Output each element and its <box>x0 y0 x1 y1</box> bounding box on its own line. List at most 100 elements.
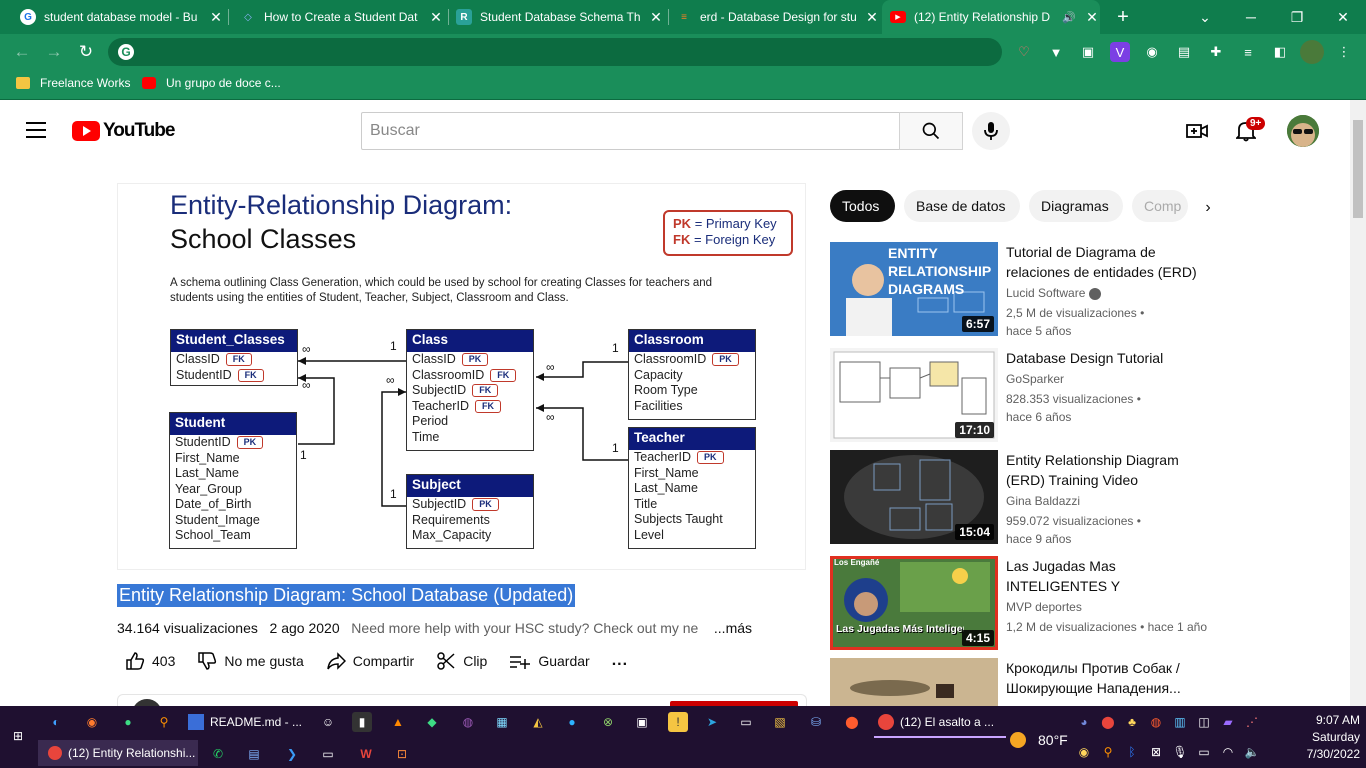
emoji-app-icon[interactable]: ☺ <box>318 712 338 732</box>
tab-search-chevron-icon[interactable]: ⌄ <box>1182 0 1228 34</box>
recommendation-item[interactable]: Los Engañé Las Jugadas Más Inteligentes … <box>830 556 1230 650</box>
recommendation-item[interactable]: Крокодилы Против Собак / Шокирующие Напа… <box>830 658 1230 706</box>
extensions-puzzle-icon[interactable]: ✚ <box>1206 42 1226 62</box>
like-button[interactable]: 403 <box>125 651 175 671</box>
telegram-icon[interactable]: ➤ <box>702 712 722 732</box>
chip-comp[interactable]: Comp <box>1132 190 1188 222</box>
show-more-link[interactable]: ...más <box>714 620 752 636</box>
tab-student-database-model[interactable]: G student database model - Bu ✕ <box>12 0 224 34</box>
menu-icon[interactable] <box>26 122 46 138</box>
chip-base-de-datos[interactable]: Base de datos <box>904 190 1020 222</box>
taskbar-chrome-window[interactable]: (12) El asalto a ... <box>878 714 994 730</box>
app-icon[interactable]: ▦ <box>492 712 512 732</box>
back-button[interactable]: ← <box>10 40 34 64</box>
dislike-button[interactable]: No me gusta <box>197 651 304 671</box>
app-icon[interactable]: ⋰ <box>1242 712 1262 732</box>
app-icon[interactable]: ▰ <box>1218 712 1238 732</box>
thumbnail[interactable]: 17:10 <box>830 348 998 442</box>
tab-how-to-create-student-db[interactable]: ◇ How to Create a Student Dat ✕ <box>232 0 444 34</box>
monitor-icon[interactable]: ▭ <box>318 744 338 764</box>
restore-button[interactable]: ❐ <box>1274 0 1320 34</box>
recommendation-title[interactable]: Entity Relationship Diagram (ERD) Traini… <box>1006 450 1206 490</box>
app-icon[interactable]: ◆ <box>422 712 442 732</box>
forward-button[interactable]: → <box>42 40 66 64</box>
recommendation-title[interactable]: Крокодилы Против Собак / Шокирующие Напа… <box>1006 658 1206 698</box>
close-tab-icon[interactable]: ✕ <box>864 9 880 26</box>
terminal-icon[interactable]: ▮ <box>352 712 372 732</box>
chip-diagramas[interactable]: Diagramas <box>1029 190 1123 222</box>
volume-icon[interactable]: 🔈 <box>1242 742 1262 762</box>
recommendation-title[interactable]: Las Jugadas Mas INTELIGENTES Y CREATIVAS… <box>1006 556 1206 596</box>
windows-start-icon[interactable]: ⊞ <box>8 726 28 746</box>
channel-name[interactable]: Gina Baldazzi <box>1006 494 1080 508</box>
chevron-right-icon[interactable]: › <box>1196 196 1220 220</box>
media-extension-icon[interactable]: ▣ <box>1078 42 1098 62</box>
more-actions-button[interactable]: ... <box>612 652 628 670</box>
address-bar[interactable]: G <box>108 38 1002 66</box>
app-icon[interactable]: ▧ <box>770 712 790 732</box>
reload-button[interactable]: ↻ <box>74 40 98 64</box>
recommendation-item[interactable]: 15:04 Entity Relationship Diagram (ERD) … <box>830 450 1230 546</box>
vscode-icon[interactable]: ❯ <box>282 744 302 764</box>
chip-todos[interactable]: Todos <box>830 190 895 222</box>
video-player[interactable]: Entity-Relationship Diagram: School Clas… <box>117 183 806 570</box>
bookmark-freelance-works[interactable]: Freelance Works <box>16 76 130 90</box>
minimize-button[interactable]: ─ <box>1228 0 1274 34</box>
tab-entity-relationship-active[interactable]: ▶ (12) Entity Relationship D 🔊 ✕ <box>882 0 1100 34</box>
clock-extension-icon[interactable]: ◉ <box>1142 42 1162 62</box>
app-icon[interactable]: ⊡ <box>392 744 412 764</box>
media-queue-icon[interactable]: ≡ <box>1238 42 1258 62</box>
app-icon[interactable]: ◍ <box>458 712 478 732</box>
new-tab-button[interactable]: + <box>1110 4 1136 30</box>
search-input[interactable] <box>362 113 899 149</box>
search-button[interactable] <box>899 112 963 150</box>
share-button[interactable]: Compartir <box>326 651 414 671</box>
tab-erd-database-design[interactable]: ≡ erd - Database Design for stu ✕ <box>672 0 880 34</box>
battery-icon[interactable]: ▭ <box>1194 742 1214 762</box>
sticky-notes-icon[interactable]: ! <box>668 712 688 732</box>
whatsapp-icon[interactable]: ✆ <box>208 744 228 764</box>
postgres-icon[interactable]: ⛁ <box>806 712 826 732</box>
create-video-button[interactable] <box>1185 119 1209 143</box>
app-icon[interactable]: ♣ <box>1122 712 1142 732</box>
vlc-icon[interactable]: ▲ <box>388 712 408 732</box>
channel-name[interactable]: GoSparker <box>1006 372 1064 386</box>
edge-icon[interactable]: ◐ <box>46 712 66 732</box>
close-tab-icon[interactable]: ✕ <box>648 9 664 26</box>
voice-search-button[interactable] <box>972 112 1010 150</box>
discord-icon[interactable]: ◕ <box>1074 712 1094 732</box>
microphone-icon[interactable]: 🎙 <box>1170 742 1190 762</box>
recommendation-item[interactable]: ENTITY RELATIONSHIP DIAGRAMS 6:57 Tutori… <box>830 242 1230 338</box>
scrollbar-thumb[interactable] <box>1353 120 1363 218</box>
save-disk-icon[interactable]: ▤ <box>244 744 264 764</box>
vee-extension-icon[interactable]: ▼ <box>1046 42 1066 62</box>
youtube-logo[interactable]: YouTube <box>72 120 175 142</box>
close-tab-icon[interactable]: ✕ <box>1084 9 1100 26</box>
app-icon[interactable]: ● <box>562 712 582 732</box>
app-icon[interactable]: ◭ <box>528 712 548 732</box>
app-icon[interactable]: ● <box>118 712 138 732</box>
channel-name[interactable]: MVP deportes <box>1006 600 1082 614</box>
save-button[interactable]: Guardar <box>509 651 590 671</box>
thumbnail[interactable] <box>830 658 998 706</box>
search-app-icon[interactable]: ⚲ <box>154 712 174 732</box>
firefox-icon[interactable]: ◉ <box>82 712 102 732</box>
tab-student-database-schema[interactable]: R Student Database Schema Th ✕ <box>452 0 664 34</box>
close-window-button[interactable]: ✕ <box>1320 0 1366 34</box>
v-extension-icon[interactable]: V <box>1110 42 1130 62</box>
thumbnail[interactable]: Los Engañé Las Jugadas Más Inteligentes … <box>830 556 998 650</box>
close-tab-icon[interactable]: ✕ <box>428 9 444 26</box>
app-icon[interactable]: ◍ <box>1146 712 1166 732</box>
app-icon[interactable]: ▣ <box>632 712 652 732</box>
bluetooth-icon[interactable]: ᛒ <box>1122 742 1142 762</box>
search-app-icon[interactable]: ⚲ <box>1098 742 1118 762</box>
recommendation-title[interactable]: Tutorial de Diagrama de relaciones de en… <box>1006 242 1206 282</box>
page-scrollbar[interactable] <box>1350 100 1366 708</box>
thumbnail[interactable]: ENTITY RELATIONSHIP DIAGRAMS 6:57 <box>830 242 998 336</box>
thumbnail[interactable]: 15:04 <box>830 450 998 544</box>
wifi-icon[interactable]: ◠ <box>1218 742 1238 762</box>
wps-icon[interactable]: W <box>356 744 376 764</box>
weather-widget[interactable]: 80°F <box>1010 732 1068 748</box>
taskbar-clock[interactable]: 9:07 AM Saturday 7/30/2022 <box>1290 712 1360 763</box>
channel-name[interactable]: Lucid Software <box>1006 286 1102 300</box>
